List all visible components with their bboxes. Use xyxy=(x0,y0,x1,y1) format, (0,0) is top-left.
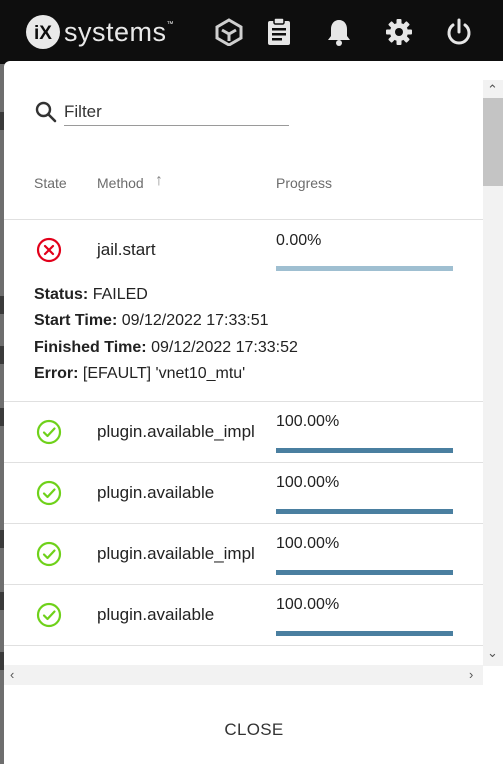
filter-input[interactable] xyxy=(64,96,289,126)
success-icon xyxy=(36,419,62,445)
finished-time-value: 09/12/2022 17:33:52 xyxy=(151,339,298,356)
scroll-up-icon[interactable]: ⌃ xyxy=(487,82,498,98)
search-icon xyxy=(35,101,57,123)
job-status-line: Status: FAILED xyxy=(34,286,148,304)
job-progress-bar xyxy=(276,631,453,636)
success-icon xyxy=(36,602,62,628)
error-label: Error: xyxy=(34,365,79,382)
scroll-down-icon[interactable]: ⌄ xyxy=(487,645,498,661)
job-method: plugin.available xyxy=(97,483,215,502)
success-icon xyxy=(36,480,62,506)
svg-text:iX: iX xyxy=(34,23,52,44)
scroll-right-icon[interactable]: › xyxy=(469,667,473,682)
jobs-dialog xyxy=(4,61,503,764)
filter-field[interactable] xyxy=(34,96,290,128)
ix-logo-mark-icon: iX xyxy=(26,15,60,49)
finished-time-label: Finished Time: xyxy=(34,339,147,356)
job-progress-text: 100.00% xyxy=(276,474,340,491)
row-divider xyxy=(4,462,484,463)
job-method: jail.start xyxy=(97,240,156,259)
job-method: plugin.available xyxy=(97,605,215,624)
job-progress-text: 100.00% xyxy=(276,596,340,613)
bell-icon[interactable] xyxy=(324,16,354,48)
row-divider xyxy=(4,645,484,646)
job-progress-text: 0.00% xyxy=(276,232,322,249)
job-progress-text: 100.00% xyxy=(276,413,340,430)
job-progress-bar xyxy=(276,448,453,453)
status-value: FAILED xyxy=(92,286,148,303)
job-progress-bar xyxy=(276,266,453,271)
ixsystems-logo[interactable]: iX systems ™ xyxy=(24,12,174,52)
row-divider xyxy=(4,401,484,402)
error-icon xyxy=(36,237,62,263)
job-start-time-line: Start Time: 09/12/2022 17:33:51 xyxy=(34,312,269,330)
vertical-scrollbar-thumb[interactable] xyxy=(483,98,503,186)
close-button[interactable]: CLOSE xyxy=(204,712,304,748)
job-progress-fill xyxy=(276,266,453,271)
column-header-method[interactable]: Method xyxy=(97,175,144,191)
row-divider xyxy=(4,584,484,585)
job-progress-bar xyxy=(276,509,453,514)
start-time-label: Start Time: xyxy=(34,312,118,329)
header-divider xyxy=(4,219,484,220)
job-progress-fill xyxy=(276,509,453,514)
sort-ascending-icon[interactable]: ↑ xyxy=(155,172,163,190)
job-progress-fill xyxy=(276,631,453,636)
column-header-progress[interactable]: Progress xyxy=(276,175,332,191)
scroll-left-icon[interactable]: ‹ xyxy=(10,667,14,682)
error-value: [EFAULT] 'vnet10_mtu' xyxy=(82,365,246,382)
horizontal-scrollbar[interactable] xyxy=(4,665,483,685)
truecommand-icon[interactable] xyxy=(214,16,244,48)
job-progress-bar xyxy=(276,570,453,575)
job-progress-text: 100.00% xyxy=(276,535,340,552)
job-method: plugin.available_impl xyxy=(97,422,255,441)
clipboard-icon[interactable] xyxy=(264,16,294,48)
success-icon xyxy=(36,541,62,567)
status-label: Status: xyxy=(34,286,89,303)
power-icon[interactable] xyxy=(444,16,474,48)
start-time-value: 09/12/2022 17:33:51 xyxy=(121,312,269,329)
job-error-line: Error: [EFAULT] 'vnet10_mtu' xyxy=(34,365,245,383)
job-finished-time-line: Finished Time: 09/12/2022 17:33:52 xyxy=(34,339,298,357)
trademark-mark: ™ xyxy=(166,20,174,28)
brand-name: systems xyxy=(64,16,167,47)
gear-icon[interactable] xyxy=(384,16,414,48)
job-progress-fill xyxy=(276,570,453,575)
top-toolbar: iX systems ™ xyxy=(0,0,503,64)
job-method: plugin.available_impl xyxy=(97,544,255,563)
row-divider xyxy=(4,523,484,524)
column-header-state[interactable]: State xyxy=(34,175,67,191)
job-progress-fill xyxy=(276,448,453,453)
